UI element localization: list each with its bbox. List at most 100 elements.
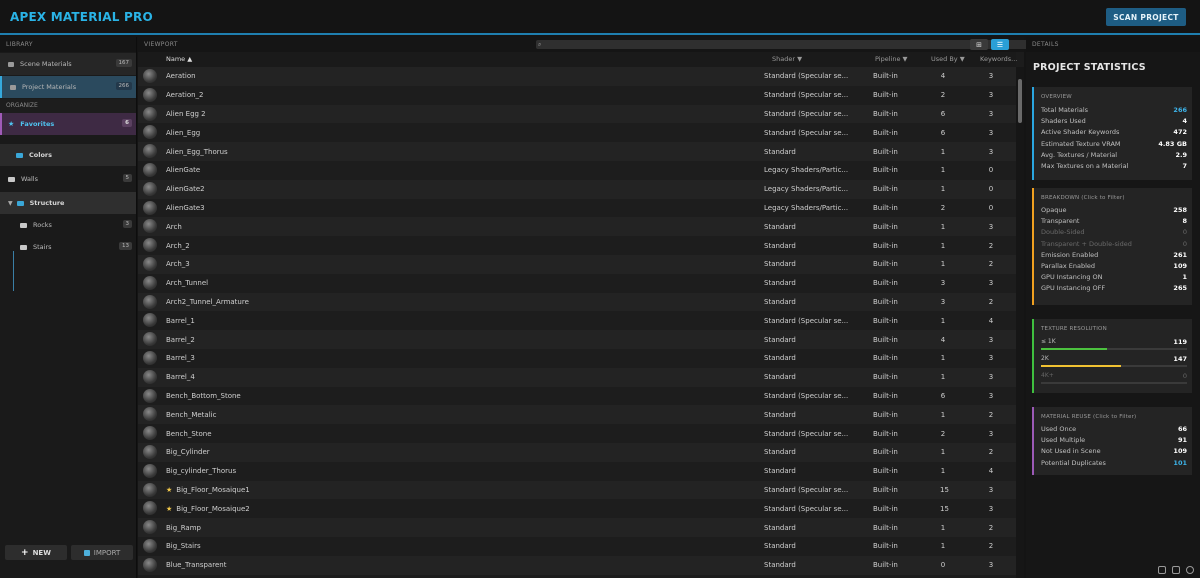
table-row[interactable]: Arch Standard Built-in 1 3 — [138, 217, 1016, 237]
table-row[interactable]: Arch_2 Standard Built-in 1 2 — [138, 236, 1016, 255]
material-pipeline: Built-in — [873, 410, 898, 419]
material-name: Alien Egg 2 — [166, 110, 206, 118]
table-row[interactable]: Alien Egg 2 Standard (Specular se... Built… — [138, 104, 1016, 124]
material-pipeline: Built-in — [873, 72, 898, 81]
favorites-item[interactable]: ★ Favorites 6 — [0, 113, 136, 135]
new-label: NEW — [32, 548, 51, 557]
material-used-by: 3 — [940, 297, 946, 306]
material-used-by: 1 — [940, 241, 946, 250]
column-pipeline[interactable]: Pipeline ▼ — [875, 55, 908, 63]
stat-label: Transparent + Double-sided — [1041, 239, 1132, 248]
resolution-bar — [1041, 382, 1187, 384]
table-row[interactable]: AlienGate Legacy Shaders/Partic... Built-i… — [138, 160, 1016, 180]
table-row[interactable]: ★ Big_Floor_Mosaique1 Standard (Specular s… — [138, 480, 1016, 500]
stat-row[interactable]: Transparent + Double-sided 0 — [1041, 238, 1187, 249]
table-row[interactable]: Big_Ramp Standard Built-in 1 2 — [138, 518, 1016, 537]
import-button[interactable]: IMPORT — [71, 545, 133, 560]
stat-row[interactable]: Used Once 66 — [1041, 423, 1187, 434]
folder-stairs[interactable]: Stairs 13 — [0, 236, 136, 258]
scene-materials-item[interactable]: Scene Materials 167 — [0, 53, 136, 75]
column-name[interactable]: Name ▲ — [166, 55, 192, 63]
project-materials-item[interactable]: Project Materials 266 — [0, 76, 136, 98]
material-keywords: 2 — [988, 297, 994, 306]
layers-icon[interactable] — [1172, 566, 1180, 574]
material-name-text: Alien_Egg — [166, 128, 201, 137]
folder-colors[interactable]: Colors — [0, 144, 136, 166]
stat-value: 7 — [1182, 161, 1187, 170]
material-keywords: 3 — [988, 109, 994, 118]
resolution-label: 2K — [1041, 355, 1049, 362]
table-row[interactable]: Bench_Bottom_Stone Standard (Specular se.… — [138, 386, 1016, 406]
table-row[interactable]: Barrel_2 Standard Built-in 4 3 — [138, 330, 1016, 349]
table-row[interactable]: Barrel_4 Standard Built-in 1 3 — [138, 367, 1016, 387]
new-button[interactable]: + NEW — [5, 545, 67, 560]
stat-value: 109 — [1173, 261, 1187, 270]
material-reuse-card[interactable]: MATERIAL REUSE (Click to Filter) Used On… — [1032, 407, 1192, 475]
stat-row[interactable]: Emission Enabled 261 — [1041, 249, 1187, 260]
material-name: Arch_3 — [166, 260, 190, 268]
column-used-by[interactable]: Used By ▼ — [931, 55, 965, 63]
stat-row[interactable]: Used Multiple 91 — [1041, 434, 1187, 445]
material-thumbnail — [143, 369, 157, 384]
resolution-row: 2K 147 — [1041, 353, 1187, 370]
table-row[interactable]: Alien_Egg_Thorus Standard Built-in 1 3 — [138, 142, 1016, 161]
grid-view-button[interactable]: ⊞ — [970, 39, 988, 50]
folder-structure[interactable]: ▼ Structure — [0, 192, 136, 214]
stat-row: Avg. Textures / Material 2.9 — [1041, 149, 1187, 160]
table-row[interactable]: Barrel_1 Standard (Specular se... Built-in… — [138, 311, 1016, 331]
stat-label: Parallax Enabled — [1041, 261, 1096, 270]
table-row[interactable]: Big_Cylinder Standard Built-in 1 2 — [138, 442, 1016, 462]
scan-project-button[interactable]: SCAN PROJECT — [1106, 8, 1186, 26]
table-row[interactable]: Big_cylinder_Thorus Standard Built-in 1 4 — [138, 461, 1016, 481]
table-row[interactable]: Alien_Egg Standard (Specular se... Built-i… — [138, 123, 1016, 143]
table-row[interactable]: Aeration_2 Standard (Specular se... Built-… — [138, 85, 1016, 105]
table-header: Name ▲ Shader ▼ Pipeline ▼ Used By ▼ Key… — [138, 52, 1017, 67]
material-shader: Standard (Specular se... — [764, 485, 849, 494]
scrollbar[interactable] — [1016, 67, 1024, 578]
search-input[interactable]: ⌕ — [536, 40, 1101, 49]
material-pipeline: Built-in — [873, 391, 898, 400]
list-view-button[interactable]: ☰ — [991, 39, 1009, 50]
table-row[interactable]: AlienGate2 Legacy Shaders/Partic... Built-… — [138, 179, 1016, 199]
column-shader[interactable]: Shader ▼ — [772, 55, 802, 63]
folder-rocks[interactable]: Rocks 3 — [0, 214, 136, 236]
material-name-text: Arch — [166, 222, 182, 231]
table-row[interactable]: ★ Big_Floor_Mosaique2 Standard (Specular s… — [138, 499, 1016, 519]
table-row[interactable]: Blue_Transparent Standard Built-in 0 3 — [138, 555, 1016, 575]
material-shader: Standard — [764, 448, 796, 457]
stat-row[interactable]: Opaque 258 — [1041, 204, 1187, 215]
stat-value: 258 — [1173, 206, 1187, 214]
table-row[interactable]: Barrel_3 Standard Built-in 1 3 — [138, 348, 1016, 368]
stat-row[interactable]: Not Used in Scene 109 — [1041, 445, 1187, 456]
help-icon[interactable] — [1186, 566, 1194, 574]
folder-structure-label: Structure — [29, 199, 65, 207]
breakdown-card[interactable]: BREAKDOWN (Click to Filter) Opaque 258 Tra… — [1032, 188, 1192, 305]
stat-value: 4 — [1182, 117, 1187, 126]
material-used-by: 1 — [940, 523, 946, 532]
material-pipeline: Built-in — [873, 203, 898, 212]
table-row[interactable]: Arch2_Tunnel_Armature Standard Built-in 3 2 — [138, 292, 1016, 312]
stat-row[interactable]: GPU Instancing OFF 265 — [1041, 282, 1187, 293]
folder-stairs-count: 13 — [119, 242, 132, 250]
stat-value: 4.83 GB — [1158, 139, 1187, 148]
table-row[interactable]: Bench_Metalic Standard Built-in 1 2 — [138, 405, 1016, 425]
table-row[interactable]: Bench_Stone Standard (Specular se... Built… — [138, 424, 1016, 443]
table-row[interactable]: AlienGate3 Legacy Shaders/Partic... Built-… — [138, 198, 1016, 218]
stat-row[interactable]: Potential Duplicates 101 — [1041, 457, 1187, 468]
table-row[interactable]: Big_Stairs Standard Built-in 1 2 — [138, 536, 1016, 556]
column-keywords[interactable]: Keywords... — [980, 55, 1017, 63]
folder-walls[interactable]: Walls 5 — [0, 168, 136, 190]
stat-row[interactable]: GPU Instancing ON 1 — [1041, 271, 1187, 282]
scrollbar-thumb[interactable] — [1018, 79, 1022, 123]
stat-row[interactable]: Parallax Enabled 109 — [1041, 260, 1187, 271]
stat-row[interactable]: Double-Sided 0 — [1041, 226, 1187, 237]
material-used-by: 1 — [940, 316, 946, 325]
export-icon[interactable] — [1158, 566, 1166, 574]
table-row[interactable]: Aeration Standard (Specular se... Built-in… — [138, 67, 1016, 86]
table-row[interactable]: Arch_Tunnel Standard Built-in 3 3 — [138, 273, 1016, 293]
import-label: IMPORT — [93, 548, 121, 557]
table-row[interactable]: Arch_3 Standard Built-in 1 2 — [138, 254, 1016, 274]
expand-triangle-icon[interactable]: ▼ — [8, 200, 13, 207]
stat-row[interactable]: Transparent 8 — [1041, 215, 1187, 226]
material-shader: Standard — [764, 561, 796, 570]
